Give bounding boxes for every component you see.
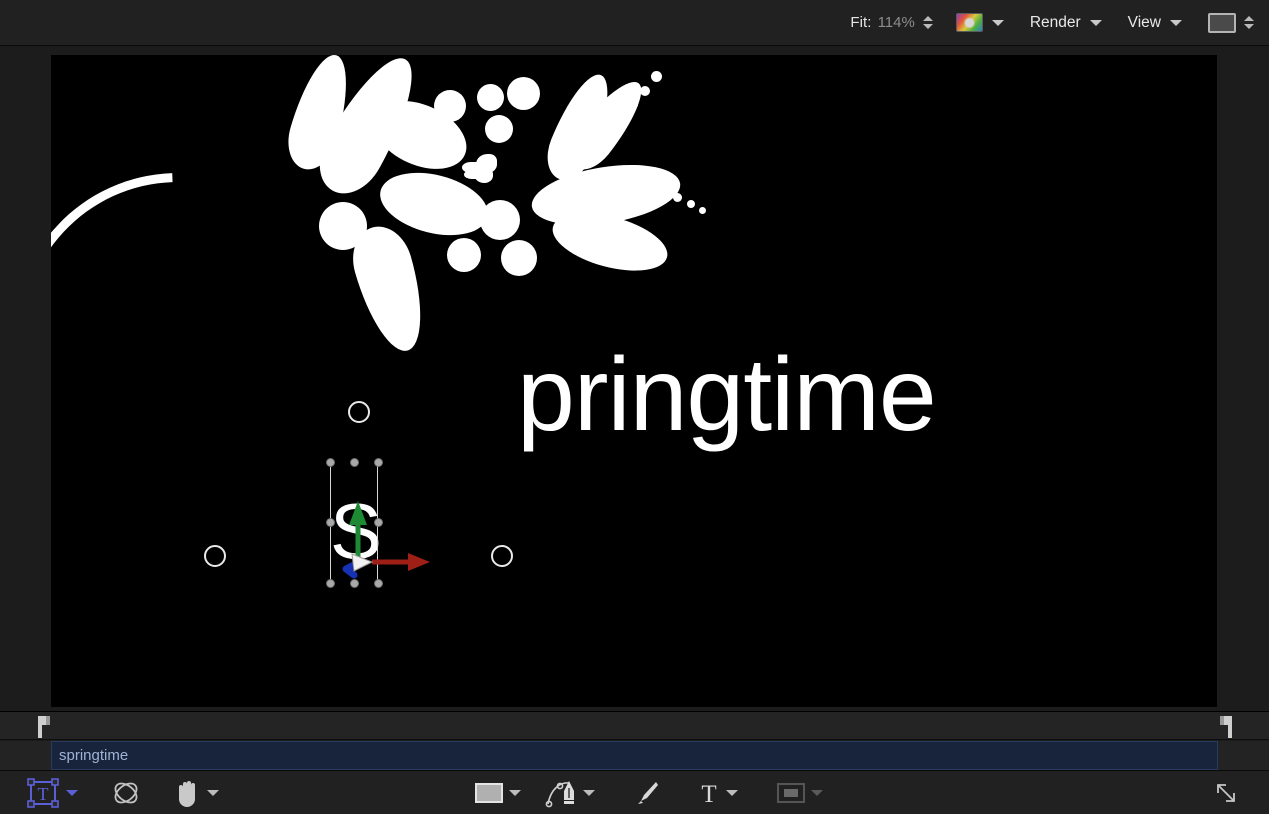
- ring-top[interactable]: [348, 401, 370, 423]
- dot: [501, 240, 537, 276]
- chevron-down-icon[interactable]: [1170, 20, 1182, 26]
- orbit-tool[interactable]: [110, 771, 142, 814]
- paintbrush-icon[interactable]: [632, 779, 660, 807]
- ring-left[interactable]: [204, 545, 226, 567]
- x-axis-arrow: [372, 553, 430, 571]
- dot: [485, 115, 513, 143]
- butterfly-icon: [462, 154, 498, 184]
- chevron-down-icon[interactable]: [66, 790, 78, 796]
- color-gradient-swatch[interactable]: [956, 13, 983, 32]
- view-menu[interactable]: View: [1128, 9, 1182, 37]
- shape-tool[interactable]: [473, 771, 521, 814]
- viewer-layout-control[interactable]: [1208, 9, 1255, 37]
- pen-nib-icon[interactable]: [545, 778, 579, 808]
- svg-text:T: T: [701, 781, 716, 807]
- bezier-pen-tool[interactable]: [545, 771, 595, 814]
- timeline-clip-label: springtime: [59, 747, 128, 764]
- chevron-down-icon[interactable]: [509, 790, 521, 796]
- text-tool[interactable]: T: [696, 771, 738, 814]
- dot: [507, 77, 540, 110]
- dot: [651, 71, 662, 82]
- render-menu[interactable]: Render: [1030, 9, 1102, 37]
- y-axis-arrow: [349, 501, 367, 560]
- orbit-3d-icon[interactable]: [110, 777, 142, 809]
- dot: [619, 113, 627, 121]
- handle-top-left[interactable]: [326, 458, 335, 467]
- frame-stepper[interactable]: [1243, 12, 1255, 34]
- chevron-down-icon[interactable]: [992, 20, 1004, 26]
- dot: [687, 200, 695, 208]
- fit-value: 114%: [878, 14, 915, 31]
- paint-stroke-tool[interactable]: [632, 771, 660, 814]
- dot: [640, 86, 650, 96]
- chevron-down-icon[interactable]: [1090, 20, 1102, 26]
- timeline-clip[interactable]: springtime: [51, 741, 1218, 770]
- mask-tool[interactable]: [775, 771, 823, 814]
- rectangle-icon[interactable]: [473, 780, 505, 806]
- view-menu-label: View: [1128, 14, 1161, 32]
- zoom-fit-control[interactable]: Fit: 114%: [850, 9, 934, 37]
- frame-rectangle-icon[interactable]: [1208, 13, 1236, 33]
- render-menu-label: Render: [1030, 14, 1081, 32]
- 3d-transform-gizmo[interactable]: [330, 495, 460, 585]
- dot: [629, 100, 638, 109]
- zoom-stepper[interactable]: [922, 12, 934, 34]
- in-point-marker[interactable]: [37, 716, 51, 738]
- pan-tool[interactable]: [173, 771, 219, 814]
- fit-label: Fit:: [850, 14, 871, 31]
- z-axis-arrow: [346, 554, 372, 575]
- dot: [673, 193, 682, 202]
- text-select-tool[interactable]: T: [24, 771, 78, 814]
- chevron-down-icon[interactable]: [811, 790, 823, 796]
- timeline-strip: springtime: [0, 711, 1269, 770]
- handle-top-center[interactable]: [350, 458, 359, 467]
- color-channel-control[interactable]: [956, 9, 1004, 37]
- bottom-toolbar: T: [0, 770, 1269, 814]
- resize-diagonal-icon[interactable]: [1212, 779, 1240, 807]
- title-text[interactable]: pringtime: [517, 343, 936, 447]
- chevron-down-icon[interactable]: [207, 790, 219, 796]
- out-point-marker[interactable]: [1219, 716, 1233, 738]
- ring-right[interactable]: [491, 545, 513, 567]
- timeline-track-row: springtime: [0, 741, 1269, 771]
- chevron-down-icon[interactable]: [726, 790, 738, 796]
- dot: [434, 90, 466, 122]
- handle-top-right[interactable]: [374, 458, 383, 467]
- dot: [658, 185, 668, 195]
- mask-rectangle-icon[interactable]: [775, 780, 807, 806]
- dot: [477, 84, 504, 111]
- hand-icon[interactable]: [173, 777, 203, 809]
- dot: [480, 200, 520, 240]
- dot: [699, 207, 706, 214]
- viewer-canvas[interactable]: pringtime S: [51, 55, 1217, 707]
- motion-canvas-window: Fit: 114% Render View: [0, 0, 1269, 814]
- svg-text:T: T: [38, 784, 49, 804]
- top-toolbar: Fit: 114% Render View: [0, 0, 1269, 46]
- resize-handle[interactable]: [1212, 771, 1240, 814]
- timeline-ruler[interactable]: [0, 712, 1269, 740]
- text-selection-icon[interactable]: T: [24, 777, 62, 809]
- chevron-down-icon[interactable]: [583, 790, 595, 796]
- petal: [344, 219, 435, 358]
- dot: [447, 238, 481, 272]
- canvas-area: pringtime S: [0, 46, 1269, 711]
- text-t-icon[interactable]: T: [696, 779, 722, 807]
